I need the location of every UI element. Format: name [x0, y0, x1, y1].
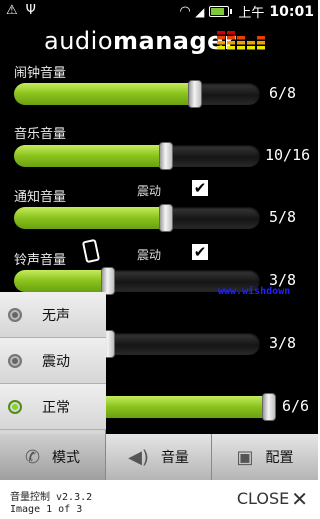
equalizer-logo-icon — [217, 31, 265, 50]
speaker-icon: ◀) — [128, 446, 149, 468]
app-screen: ⚠ Ψ ◠ ◢ 上午 10:01 audiomanager 闹钟音量 6/8 音… — [0, 0, 318, 480]
eq-bar-segment — [237, 41, 245, 45]
app-logo: audiomanager — [44, 27, 236, 55]
usb-warning-icon: ⚠ — [6, 3, 18, 18]
eq-bar-segment — [247, 41, 255, 45]
caption-title: 音量控制 v2.3.2 — [10, 492, 93, 503]
slider-fill — [14, 145, 166, 167]
ringtone-vibrate-checkbox[interactable]: ✔ — [192, 244, 208, 260]
music-volume-slider[interactable] — [14, 142, 260, 170]
signal-icon: ◢ — [195, 4, 205, 19]
eq-bar-segment — [257, 46, 265, 50]
logo-text-audio: audio — [44, 27, 114, 55]
slider-thumb[interactable] — [262, 393, 276, 421]
watermark-text: www.wishdown — [218, 286, 291, 297]
slider-fill — [14, 270, 108, 292]
eq-bar-segment — [237, 46, 245, 50]
notification-vibrate-checkbox[interactable]: ✔ — [192, 180, 208, 196]
lightbox-caption: 音量控制 v2.3.2 Image 1 of 3 CLOSE ✕ — [0, 480, 318, 519]
mode-item-silent[interactable]: 无声 — [0, 292, 106, 338]
tab-label: 配置 — [265, 450, 294, 466]
eq-bar-segment — [227, 31, 235, 35]
phone-icon: ✆ — [24, 446, 41, 468]
slider-thumb[interactable] — [188, 80, 202, 108]
tab-volume[interactable]: ◀) 音量 — [106, 434, 212, 480]
eq-bar-segment — [227, 41, 235, 45]
slider-fill — [14, 83, 195, 105]
bottom-tab-bar: ✆ 模式 ◀) 音量 ▣ 配置 — [0, 434, 318, 480]
mode-item-normal[interactable]: 正常 — [0, 384, 106, 430]
mode-item-label: 无声 — [42, 307, 70, 324]
tab-label: 模式 — [52, 450, 81, 466]
eq-bar-segment — [247, 46, 255, 50]
image-counter: Image 1 of 3 — [10, 504, 83, 515]
radio-button-selected[interactable] — [8, 399, 22, 414]
slider-thumb[interactable] — [159, 142, 173, 170]
battery-icon — [209, 6, 233, 17]
alarm-volume-slider[interactable] — [14, 80, 260, 108]
clock: 10:01 — [269, 3, 314, 20]
usb-icon: Ψ — [25, 3, 36, 18]
eq-bar-segment — [227, 36, 235, 40]
eq-bar-segment — [237, 36, 245, 40]
mode-item-label: 正常 — [42, 399, 70, 416]
ampm: 上午 — [238, 6, 265, 21]
mode-popup-menu: 无声 震动 正常 — [0, 292, 106, 434]
mode-item-label: 震动 — [42, 353, 70, 370]
notification-volume-label: 通知音量 — [14, 190, 67, 205]
tab-mode[interactable]: ✆ 模式 — [0, 434, 106, 480]
system-volume-value: 3/8 — [269, 334, 297, 352]
close-button[interactable]: CLOSE ✕ — [236, 486, 308, 511]
call-volume-value: 6/6 — [282, 397, 310, 415]
alarm-volume-label: 闹钟音量 — [14, 66, 67, 81]
mode-item-vibrate[interactable]: 震动 — [0, 338, 106, 384]
ringtone-volume-label: 铃声音量 — [14, 253, 67, 268]
save-icon: ▣ — [236, 446, 254, 468]
eq-bar-segment — [257, 41, 265, 45]
wifi-icon: ◠ — [180, 4, 191, 19]
close-label: CLOSE — [236, 489, 290, 508]
ringtone-vibrate-label: 震动 — [137, 248, 162, 262]
eq-bar-segment — [217, 36, 225, 40]
eq-bar-segment — [217, 46, 225, 50]
notification-vibrate-label: 震动 — [137, 184, 162, 198]
radio-button[interactable] — [8, 307, 22, 322]
tab-label: 音量 — [160, 450, 189, 466]
notification-volume-value: 5/8 — [269, 208, 297, 226]
eq-bar-segment — [217, 31, 225, 35]
music-volume-value: 10/16 — [265, 146, 311, 164]
eq-bar-segment — [227, 46, 235, 50]
tab-profiles[interactable]: ▣ 配置 — [212, 434, 318, 480]
radio-button[interactable] — [8, 353, 22, 368]
eq-bar-segment — [217, 41, 225, 45]
music-volume-label: 音乐音量 — [14, 127, 67, 142]
notification-volume-slider[interactable] — [14, 204, 260, 232]
status-bar: ⚠ Ψ ◠ ◢ 上午 10:01 — [0, 0, 318, 24]
eq-bar-segment — [257, 36, 265, 40]
slider-thumb[interactable] — [101, 267, 115, 295]
slider-fill — [14, 207, 166, 229]
alarm-volume-value: 6/8 — [269, 84, 297, 102]
slider-thumb[interactable] — [159, 204, 173, 232]
phone-vibrate-icon — [81, 238, 101, 264]
close-icon: ✕ — [291, 486, 308, 511]
